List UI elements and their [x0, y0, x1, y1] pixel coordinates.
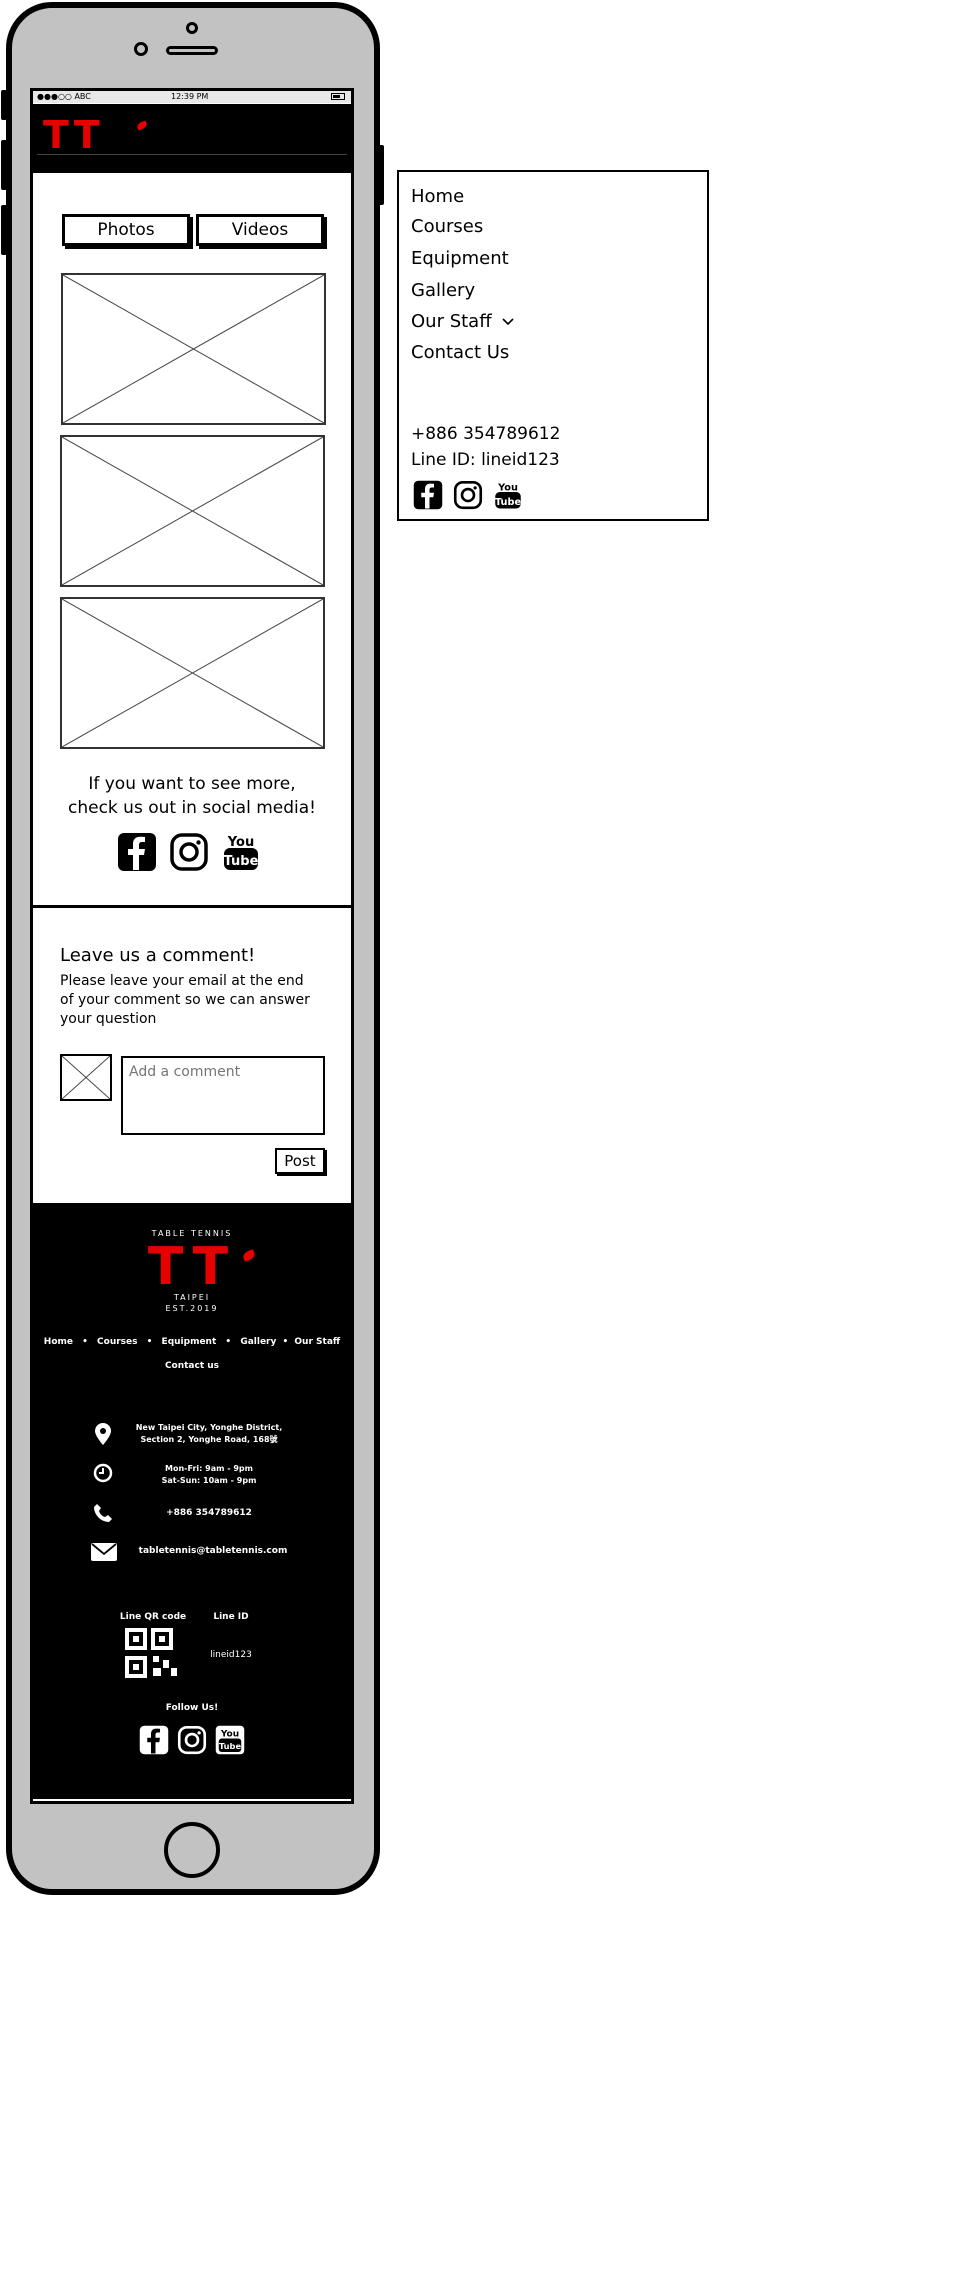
- footer-nav: Home • Courses • Equipment • Gallery • O…: [43, 1337, 341, 1347]
- location-pin-icon: [95, 1423, 111, 1445]
- site-header: TT: [33, 104, 351, 170]
- battery-icon: [331, 93, 345, 100]
- side-menu: Home Courses Equipment Gallery Our Staff…: [397, 170, 709, 521]
- footer-logo-text: TT: [147, 1237, 237, 1297]
- line-qr-code[interactable]: [125, 1628, 181, 1680]
- footer-hours: Mon-Fri: 9am - 9pm Sat-Sun: 10am - 9pm: [161, 1464, 257, 1485]
- header-logo[interactable]: TT: [43, 116, 104, 154]
- svg-text:Tube: Tube: [495, 497, 522, 508]
- menu-item-equipment[interactable]: Equipment: [411, 248, 509, 269]
- svg-text:Tube: Tube: [219, 1741, 242, 1751]
- section-divider: [33, 905, 351, 908]
- volume-up-button: [1, 140, 7, 190]
- footer-brand-city: TAIPEI: [173, 1293, 211, 1302]
- status-bar: ●●●○○ ABC 12:39 PM: [33, 91, 351, 103]
- earpiece-speaker: [166, 46, 218, 55]
- phone-icon: [94, 1504, 112, 1522]
- side-menu-phone[interactable]: +886 354789612: [411, 424, 560, 444]
- footer-logo[interactable]: TT: [33, 1241, 351, 1293]
- footer-nav-equipment[interactable]: Equipment: [162, 1337, 217, 1347]
- clock-icon: [93, 1463, 113, 1483]
- comment-title: Leave us a comment!: [60, 945, 256, 966]
- home-button[interactable]: [164, 1822, 220, 1878]
- youtube-icon[interactable]: You Tube: [221, 832, 261, 872]
- footer-brand-est: EST.2019: [165, 1304, 219, 1313]
- email-icon: [91, 1543, 117, 1561]
- footer-phone[interactable]: +886 354789612: [119, 1508, 299, 1518]
- comment-description: Please leave your email at the end of yo…: [60, 973, 310, 1027]
- clock: 12:39 PM: [171, 92, 209, 101]
- footer-nav-home[interactable]: Home: [44, 1337, 73, 1347]
- footer-nav-courses[interactable]: Courses: [97, 1337, 137, 1347]
- svg-text:You: You: [220, 1729, 239, 1739]
- side-menu-line-id: Line ID: lineid123: [411, 450, 560, 470]
- photo-placeholder[interactable]: [61, 273, 326, 425]
- social-prompt: If you want to see more, check us out in…: [68, 774, 316, 818]
- follow-label: Follow Us!: [165, 1703, 219, 1713]
- footer-nav-our-staff[interactable]: Our Staff: [294, 1337, 340, 1347]
- youtube-icon[interactable]: You Tube: [493, 480, 523, 510]
- instagram-icon[interactable]: [453, 480, 483, 510]
- instagram-icon[interactable]: [169, 832, 209, 872]
- menu-item-home[interactable]: Home: [411, 186, 464, 207]
- carrier-label: ●●●○○ ABC: [37, 92, 91, 101]
- logo-leaf-icon: [136, 120, 148, 131]
- footer-nav-gallery[interactable]: Gallery: [240, 1337, 276, 1347]
- youtube-icon[interactable]: You Tube: [215, 1725, 245, 1755]
- comment-input[interactable]: [121, 1056, 325, 1135]
- tab-photos[interactable]: Photos: [62, 214, 190, 246]
- line-id-value: lineid123: [210, 1650, 252, 1660]
- menu-item-contact-us[interactable]: Contact Us: [411, 342, 509, 363]
- menu-item-gallery[interactable]: Gallery: [411, 280, 475, 301]
- menu-item-our-staff[interactable]: Our Staff: [411, 311, 515, 332]
- qr-label: Line QR code: [119, 1612, 187, 1622]
- svg-text:You: You: [497, 483, 518, 494]
- power-button: [378, 145, 384, 205]
- instagram-icon[interactable]: [177, 1725, 207, 1755]
- line-id-label: Line ID: [213, 1612, 249, 1622]
- volume-down-button: [1, 205, 7, 255]
- front-camera: [134, 42, 148, 56]
- logo-text: TT: [43, 113, 104, 157]
- facebook-icon[interactable]: [117, 832, 157, 872]
- header-divider: [33, 170, 351, 173]
- tab-videos[interactable]: Videos: [196, 214, 324, 246]
- chevron-down-icon: [502, 318, 514, 326]
- svg-text:You: You: [227, 835, 254, 850]
- footer-address: New Taipei City, Yonghe District, Sectio…: [135, 1423, 283, 1444]
- svg-text:Tube: Tube: [224, 854, 259, 869]
- site-footer: TABLE TENNIS TT TAIPEI EST.2019 Home • C…: [33, 1203, 351, 1799]
- mute-switch: [1, 90, 7, 120]
- photo-placeholder[interactable]: [60, 435, 325, 587]
- menu-item-courses[interactable]: Courses: [411, 216, 483, 237]
- photo-placeholder[interactable]: [60, 597, 325, 749]
- footer-email[interactable]: tabletennis@tabletennis.com: [123, 1546, 303, 1556]
- facebook-icon[interactable]: [413, 480, 443, 510]
- proximity-sensor: [186, 22, 198, 34]
- facebook-icon[interactable]: [139, 1725, 169, 1755]
- user-avatar: [60, 1054, 112, 1101]
- post-button[interactable]: Post: [275, 1148, 325, 1174]
- menu-item-our-staff-label: Our Staff: [411, 311, 492, 332]
- footer-nav-contact[interactable]: Contact us: [33, 1361, 351, 1371]
